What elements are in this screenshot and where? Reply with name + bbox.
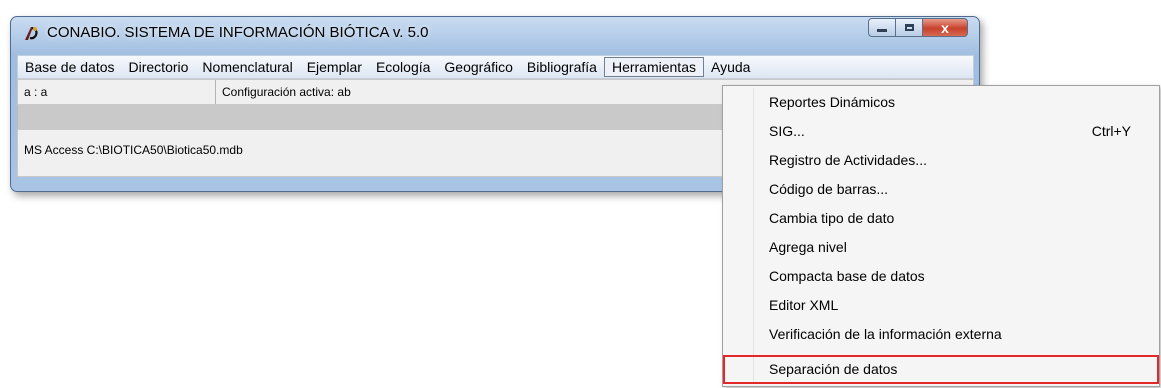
menu-item-label: Reportes Dinámicos [769, 94, 896, 110]
menu-item-compacta-base-de-datos[interactable]: Compacta base de datos [723, 262, 1159, 291]
close-icon: x [941, 19, 949, 36]
maximize-button[interactable] [895, 18, 922, 37]
close-button[interactable]: x [922, 18, 968, 37]
menu-item-agrega-nivel[interactable]: Agrega nivel [723, 233, 1159, 262]
menu-directorio[interactable]: Directorio [122, 57, 196, 77]
app-icon [25, 26, 38, 40]
minimize-button[interactable] [868, 18, 895, 37]
menu-bibliografia[interactable]: Bibliografía [520, 57, 604, 77]
menu-item-label: Verificación de la información externa [769, 326, 1002, 342]
menu-item-label: Compacta base de datos [769, 268, 925, 284]
menu-herramientas[interactable]: Herramientas [603, 57, 704, 77]
menu-item-codigo-de-barras[interactable]: Código de barras... [723, 175, 1159, 204]
menu-item-label: Registro de Actividades... [769, 152, 927, 168]
window-title: CONABIO. SISTEMA DE INFORMACIÓN BIÓTICA … [47, 24, 429, 41]
menu-base-de-datos[interactable]: Base de datos [18, 57, 122, 77]
menu-item-reportes-dinamicos[interactable]: Reportes Dinámicos [723, 88, 1159, 117]
database-path: MS Access C:\BIOTICA50\Biotica50.mdb [24, 143, 243, 157]
menu-bar: Base de datos Directorio Nomenclatural E… [17, 55, 974, 79]
menu-item-sig[interactable]: SIG... Ctrl+Y [723, 117, 1159, 146]
menu-ayuda[interactable]: Ayuda [704, 57, 757, 77]
menu-item-verificacion-informacion-externa[interactable]: Verificación de la información externa [723, 320, 1159, 349]
menu-nomenclatural[interactable]: Nomenclatural [195, 57, 299, 77]
menu-item-separacion-de-datos[interactable]: Separación de datos [723, 355, 1159, 384]
menu-item-label: Código de barras... [769, 181, 889, 197]
user-status: a : a [18, 80, 216, 104]
herramientas-dropdown-menu: Reportes Dinámicos SIG... Ctrl+Y Registr… [722, 85, 1160, 387]
menu-item-registro-de-actividades[interactable]: Registro de Actividades... [723, 146, 1159, 175]
menu-ecologia[interactable]: Ecología [369, 57, 437, 77]
maximize-icon [904, 24, 914, 31]
window-controls: x [868, 18, 968, 37]
menu-item-label: Cambia tipo de dato [769, 210, 895, 226]
minimize-icon [877, 29, 887, 32]
menu-geografico[interactable]: Geográfico [437, 57, 519, 77]
menu-item-label: Editor XML [769, 297, 839, 313]
menu-item-cambia-tipo-de-dato[interactable]: Cambia tipo de dato [723, 204, 1159, 233]
menu-item-shortcut: Ctrl+Y [1091, 123, 1131, 139]
title-bar[interactable]: CONABIO. SISTEMA DE INFORMACIÓN BIÓTICA … [11, 17, 979, 49]
menu-item-editor-xml[interactable]: Editor XML [723, 291, 1159, 320]
menu-ejemplar[interactable]: Ejemplar [300, 57, 369, 77]
menu-item-label: Separación de datos [769, 361, 898, 377]
active-config-status: Configuración activa: ab [222, 85, 351, 99]
menu-item-label: Agrega nivel [769, 239, 847, 255]
menu-item-label: SIG... [769, 123, 805, 139]
